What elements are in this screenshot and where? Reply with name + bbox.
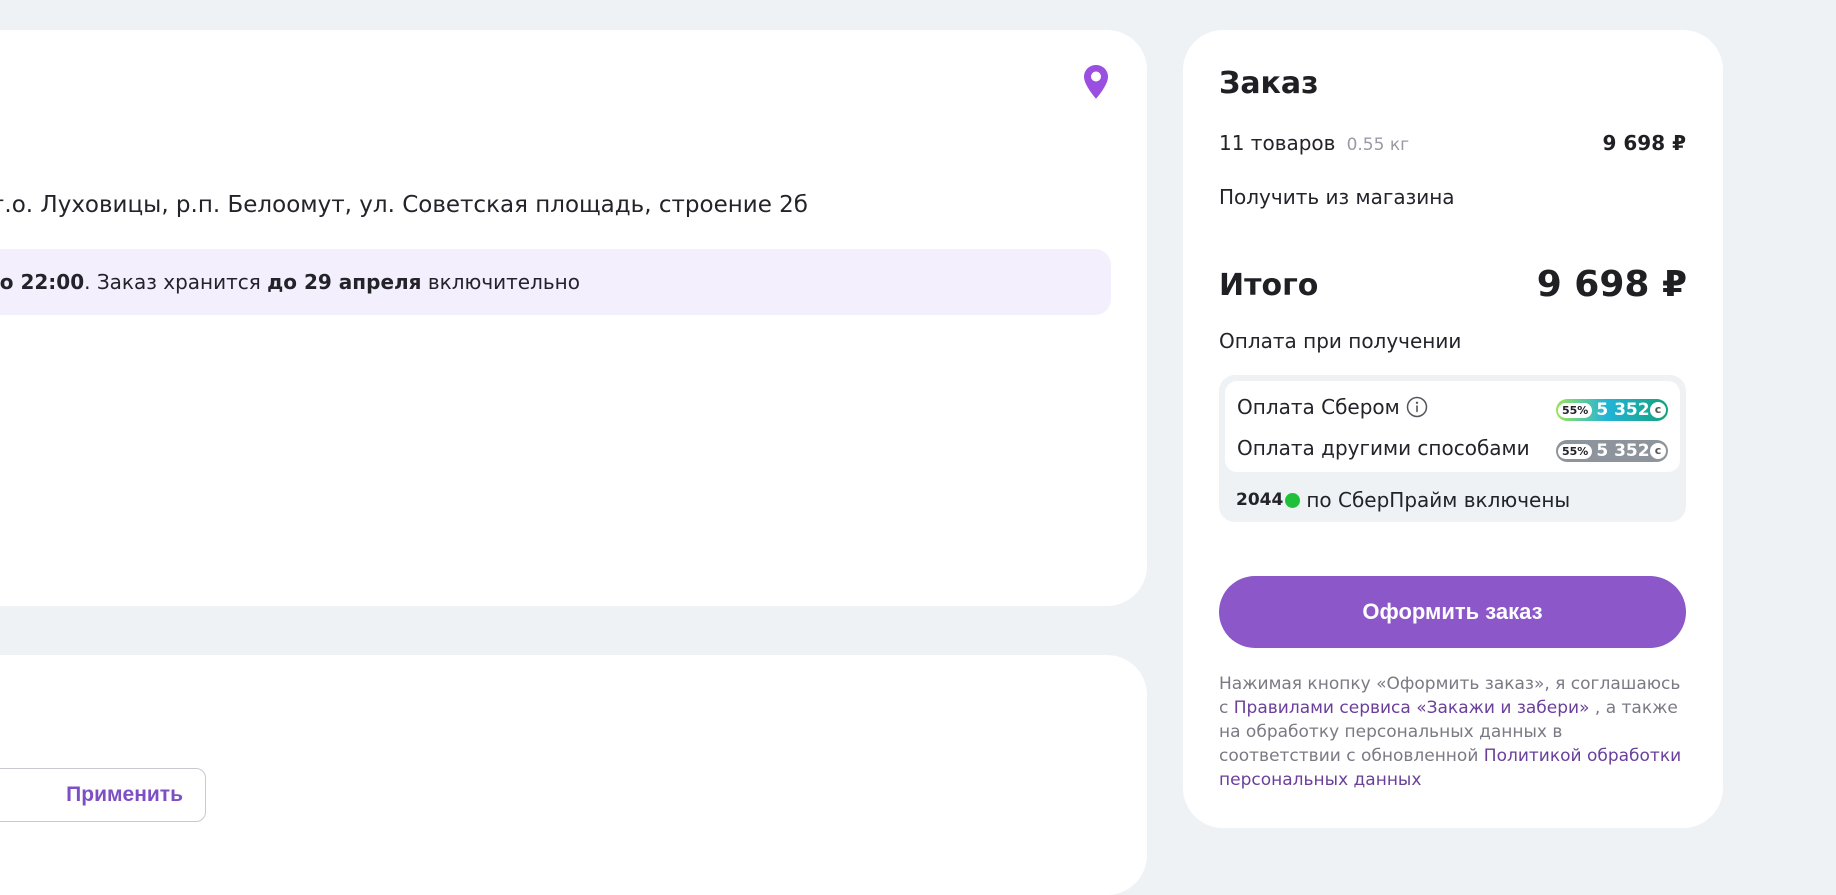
bonus-coin-icon: c — [1650, 402, 1666, 418]
storage-notice-text: 00 до 22:00. Заказ хранится до 29 апреля… — [0, 249, 580, 315]
sber-bonus-badge: 55% 5 352 c — [1556, 399, 1668, 421]
items-weight: 0.55 кг — [1346, 135, 1410, 155]
storage-until-date: до 29 апреля — [267, 270, 422, 294]
storage-notice-text-container: 00 до 22:00. Заказ хранится до 29 апреля… — [0, 249, 620, 315]
apply-promo-button[interactable]: Применить — [0, 768, 206, 822]
payment-method: Оплата при получении — [1219, 329, 1462, 353]
bonus-info-box: Оплата Сбером 55% 5 352 c Оплата другими… — [1219, 375, 1686, 522]
order-title: Заказ — [1219, 66, 1319, 101]
other-bonus-value: 5 352 — [1596, 441, 1650, 461]
pickup-address-card — [0, 30, 1147, 606]
bonus-coin-icon: c — [1650, 443, 1666, 459]
pickup-address: ь, г.о. Луховицы, р.п. Белоомут, ул. Сов… — [0, 192, 808, 218]
delivery-method: Получить из магазина — [1219, 185, 1455, 209]
sber-pay-row: Оплата Сбером — [1237, 395, 1428, 419]
items-sum: 9 698 ₽ — [1602, 131, 1686, 155]
address-line-container: ь, г.о. Луховицы, р.п. Белоомут, ул. Сов… — [0, 190, 820, 230]
location-pin-icon[interactable] — [1083, 64, 1109, 100]
info-icon[interactable] — [1406, 396, 1428, 418]
sber-bonus-percent: 55% — [1558, 402, 1593, 418]
store-hours: 00 до 22:00 — [0, 270, 85, 294]
legal-notice: Нажимая кнопку «Оформить заказ», я согла… — [1219, 672, 1686, 792]
sber-pay-label: Оплата Сбером — [1237, 395, 1400, 419]
items-count: 11 товаров — [1219, 131, 1336, 155]
sber-bonus-value: 5 352 — [1596, 400, 1650, 420]
sberprime-text: по СберПрайм включены — [1306, 488, 1571, 512]
sberprime-coin-icon — [1285, 492, 1301, 508]
other-bonus-badge: 55% 5 352 c — [1556, 440, 1668, 462]
other-pay-row: Оплата другими способами — [1237, 436, 1530, 460]
bonus-options: Оплата Сбером 55% 5 352 c Оплата другими… — [1225, 381, 1680, 472]
total-sum: 9 698 ₽ — [1536, 264, 1687, 305]
storage-notice-suffix: включительно — [421, 270, 580, 294]
sberprime-row: 2044 по СберПрайм включены — [1236, 488, 1570, 512]
service-rules-link[interactable]: Правилами сервиса «Закажи и забери» — [1234, 698, 1590, 718]
other-bonus-percent: 55% — [1558, 443, 1593, 459]
total-label: Итого — [1219, 268, 1319, 303]
other-pay-label: Оплата другими способами — [1237, 436, 1530, 460]
checkout-button[interactable]: Оформить заказ — [1219, 576, 1686, 648]
order-items-row: 11 товаров 0.55 кг 9 698 ₽ — [1219, 131, 1686, 161]
sberprime-points: 2044 — [1236, 490, 1284, 510]
storage-notice-middle: . Заказ хранится — [84, 270, 268, 294]
